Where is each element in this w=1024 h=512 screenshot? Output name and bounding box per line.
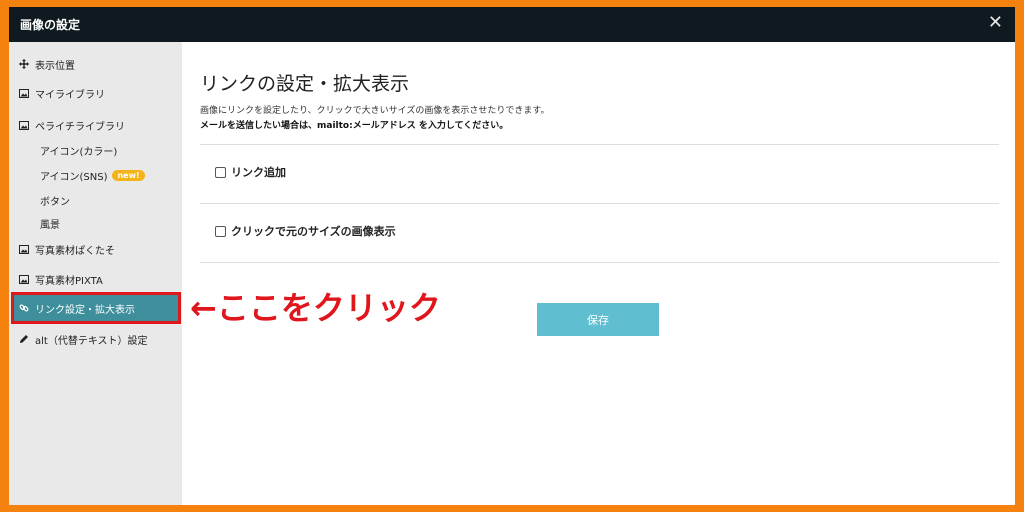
add-link-checkbox[interactable] (215, 166, 226, 178)
divider (200, 144, 999, 145)
description: 画像にリンクを設定したり、クリックで大きいサイズの画像を表示させたりできます。 (200, 106, 550, 116)
image-icon (19, 274, 29, 284)
link-icon (19, 303, 29, 313)
click-here-annotation: ←ここをクリック (190, 289, 441, 327)
sidebar-item-label: アイコン(SNS) (40, 171, 108, 183)
sidebar-item-label: 風景 (40, 219, 60, 231)
main-panel: リンクの設定・拡大表示 画像にリンクを設定したり、クリックで大きいサイズの画像を… (182, 42, 1015, 505)
move-icon (19, 59, 29, 69)
sidebar-item-label: リンク設定・拡大表示 (35, 304, 135, 316)
divider (200, 262, 999, 263)
original-size-option[interactable]: クリックで元のサイズの画像表示 (215, 223, 396, 239)
sidebar-item-label: 写真素材ぱくたそ (35, 245, 115, 257)
new-badge: new! (112, 169, 145, 181)
sidebar-item-pakutaso[interactable]: 写真素材ぱくたそ (9, 237, 182, 261)
image-icon (19, 120, 29, 130)
sidebar-item-my-library[interactable]: マイライブラリ (9, 81, 182, 105)
sidebar-item-label: アイコン(カラー) (40, 146, 118, 158)
save-button[interactable]: 保存 (537, 303, 659, 336)
image-icon (19, 244, 29, 254)
sidebar: 表示位置 マイライブラリ ペライチライブラリ アイコン(カラー) アイコン(SN… (9, 42, 182, 505)
sidebar-item-label: 表示位置 (35, 60, 75, 72)
sidebar-item-alt-settings[interactable]: alt（代替テキスト）設定 (9, 327, 182, 351)
original-size-label: クリックで元のサイズの画像表示 (231, 225, 396, 238)
add-link-label: リンク追加 (231, 166, 286, 179)
image-settings-dialog: 画像の設定 ✕ 表示位置 マイライブラリ ペライチライブラリ アイコン(カラー)… (9, 7, 1015, 505)
close-icon[interactable]: ✕ (988, 12, 1003, 33)
sidebar-item-label: ペライチライブラリ (35, 121, 125, 133)
titlebar: 画像の設定 ✕ (9, 7, 1015, 42)
sidebar-item-label: ボタン (40, 196, 70, 208)
image-icon (19, 88, 29, 98)
sidebar-item-display-position[interactable]: 表示位置 (9, 52, 182, 76)
original-size-checkbox[interactable] (215, 225, 226, 237)
page-title: リンクの設定・拡大表示 (200, 73, 410, 95)
sidebar-item-peraichi-library[interactable]: ペライチライブラリ (9, 113, 182, 137)
mailto-note: メールを送信したい場合は、mailto:メールアドレス を入力してください。 (200, 121, 509, 131)
sidebar-item-pixta[interactable]: 写真素材PIXTA (9, 267, 182, 291)
sidebar-item-link-settings[interactable]: リンク設定・拡大表示 (11, 292, 181, 324)
add-link-option[interactable]: リンク追加 (215, 164, 286, 180)
sidebar-item-label: マイライブラリ (35, 89, 105, 101)
sidebar-item-label: 写真素材PIXTA (35, 275, 103, 287)
divider (200, 203, 999, 204)
pencil-icon (19, 334, 29, 344)
dialog-title: 画像の設定 (20, 18, 81, 32)
sidebar-item-label: alt（代替テキスト）設定 (35, 335, 148, 347)
